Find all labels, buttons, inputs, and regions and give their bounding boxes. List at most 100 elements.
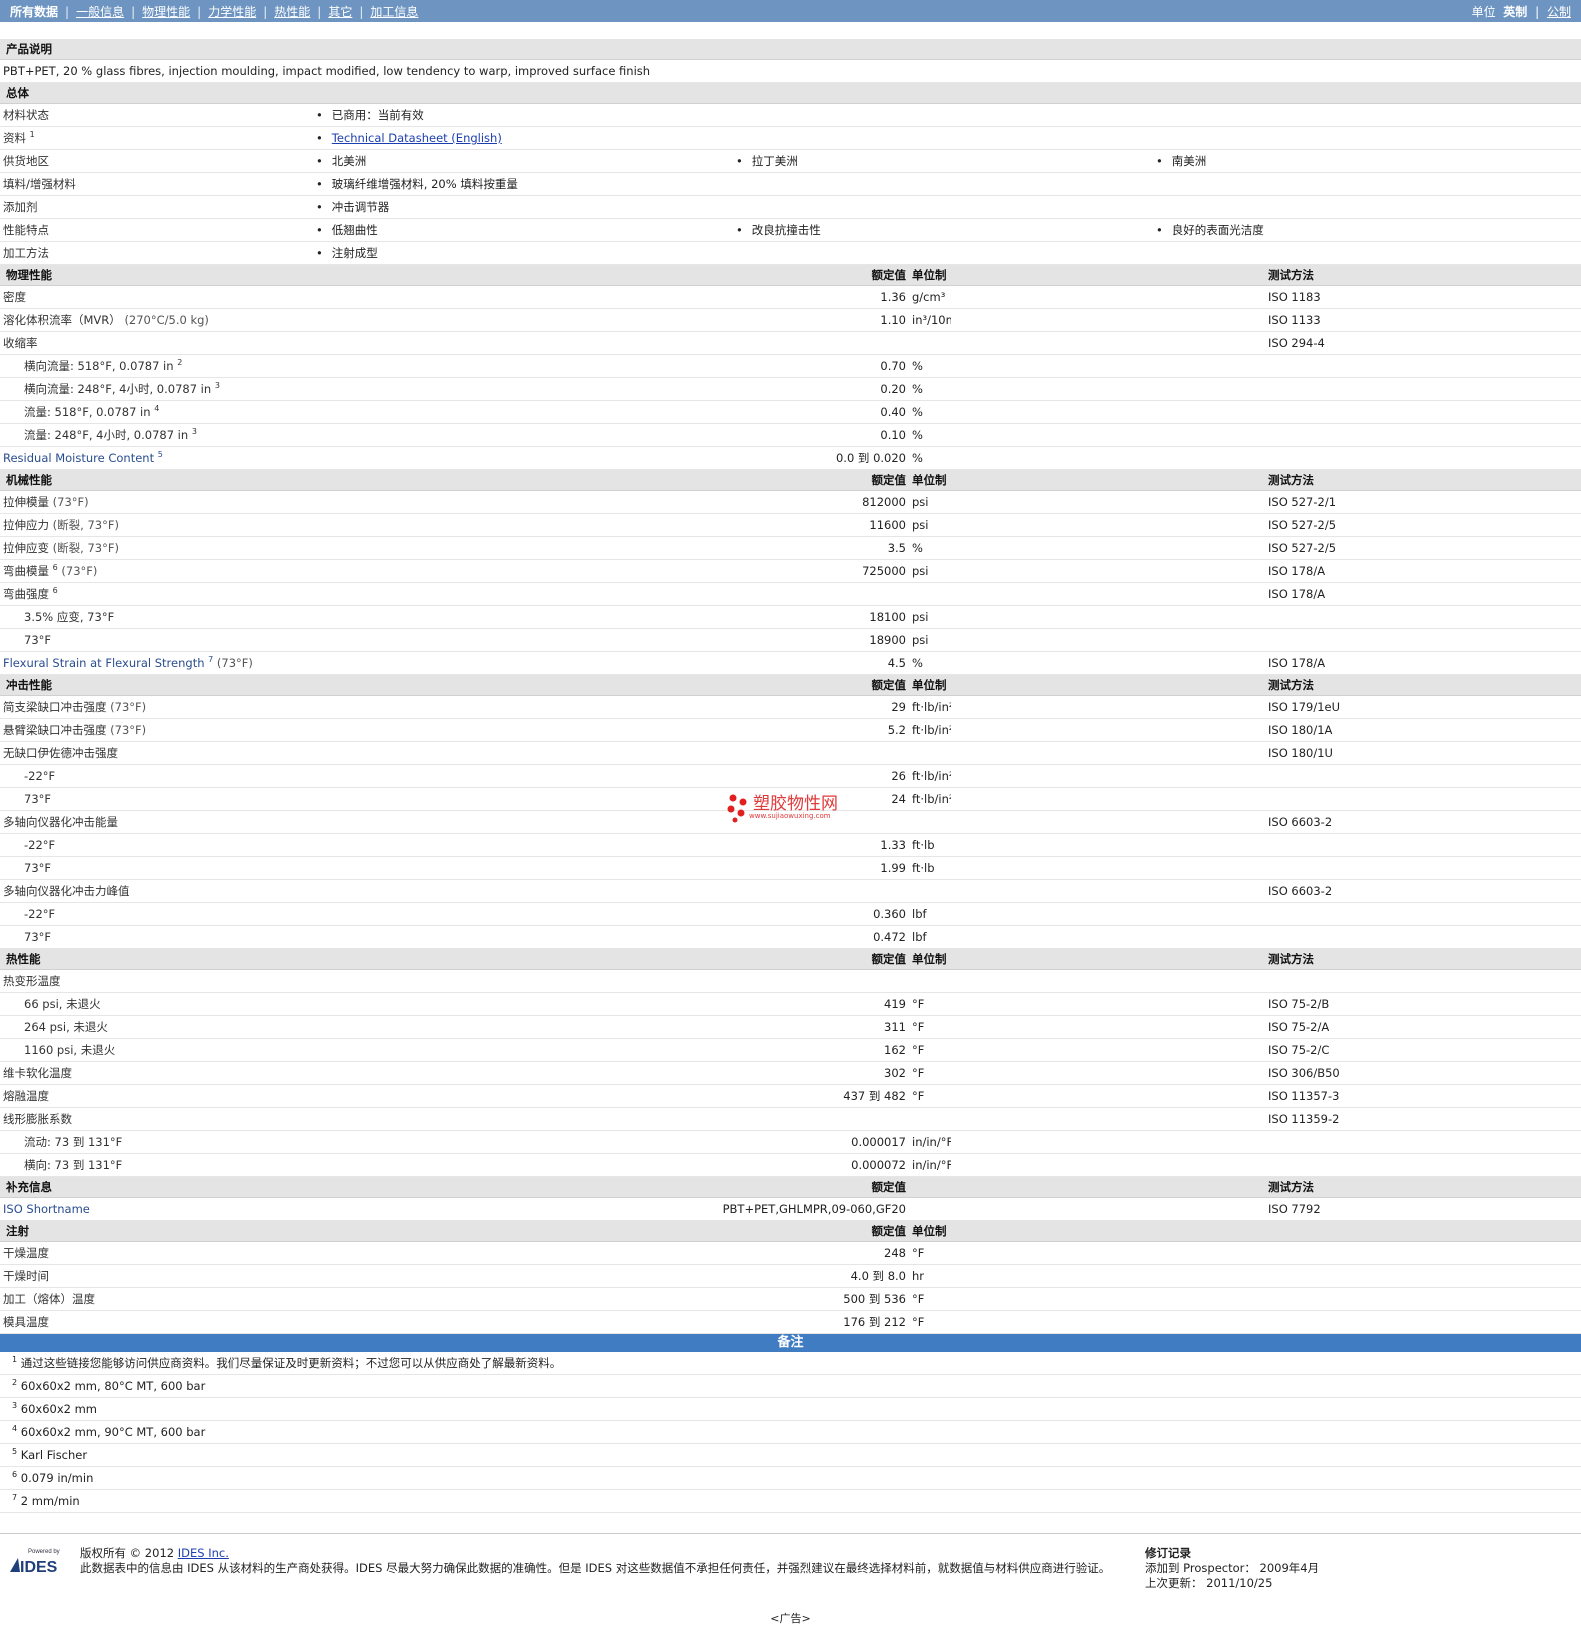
datasheet-link[interactable]: Technical Datasheet (English) (312, 131, 732, 145)
spacer-cell (951, 1220, 1265, 1242)
property-method (1265, 446, 1581, 470)
property-method: ISO 75-2/A (1265, 1015, 1581, 1039)
col-header-method: 测试方法 (1265, 674, 1581, 696)
ides-link[interactable]: IDES Inc. (178, 1546, 229, 1560)
property-method (1265, 628, 1581, 652)
property-unit: °F (909, 1015, 951, 1039)
property-unit: ft·lb (909, 833, 951, 857)
nav-link-2[interactable]: 物理性能 (142, 5, 190, 19)
property-label: -22°F (0, 764, 312, 788)
spacer-cell (951, 423, 1265, 447)
nav-link-6[interactable]: 加工信息 (370, 5, 418, 19)
col-header-value: 额定值 (312, 1220, 909, 1242)
footnote-ref[interactable]: 6 (53, 563, 58, 572)
property-label: 73°F (0, 925, 312, 949)
col-header-value: 额定值 (312, 948, 909, 970)
property-value: 311 (312, 1015, 909, 1039)
property-label: 66 psi, 未退火 (0, 992, 312, 1016)
footnote-ref[interactable]: 1 (30, 130, 35, 139)
property-name: -22°F (24, 769, 56, 783)
footer: Powered by IDES 版权所有 © 2012 IDES Inc. 此数… (0, 1533, 1581, 1625)
nav-link-4[interactable]: 热性能 (274, 5, 310, 19)
property-unit: ft·lb/in² (909, 695, 951, 719)
spacer-cell (951, 651, 1265, 675)
footnote-ref[interactable]: 3 (192, 427, 197, 436)
property-name: 3.5% 应变, 73°F (24, 610, 115, 624)
property-method: ISO 1133 (1265, 308, 1581, 332)
spacer-cell (951, 1084, 1265, 1108)
footnote-number: 5 (12, 1447, 18, 1457)
property-row: 横向流量: 518°F, 0.0787 in 2 0.70% (0, 354, 1581, 378)
property-label: 干燥温度 (0, 1241, 312, 1265)
property-row: 热变形温度 (0, 969, 1581, 993)
copyright-text: 版权所有 © 2012 (80, 1546, 178, 1560)
nav-link-1[interactable]: 一般信息 (76, 5, 124, 19)
logo-powered-text: Powered by (28, 1549, 60, 1555)
property-row: Residual Moisture Content 5 0.0 到 0.020% (0, 446, 1581, 470)
general-value-text: 南美洲 (1171, 154, 1207, 168)
property-value (312, 331, 909, 355)
section-title: 总体 (0, 82, 1581, 104)
property-label: 模具温度 (0, 1310, 312, 1334)
section-title: 物理性能 (0, 264, 312, 286)
nav-link-3[interactable]: 力学性能 (208, 5, 256, 19)
property-condition: (73°F) (61, 564, 98, 578)
footnote-ref[interactable]: 2 (177, 358, 182, 367)
general-values: 北美洲 拉丁美洲 南美洲 (312, 149, 1581, 173)
section-title: 注射 (0, 1220, 312, 1242)
property-name: 横向: 73 到 131°F (24, 1158, 123, 1172)
property-method: ISO 294-4 (1265, 331, 1581, 355)
watermark-text: 塑胶物性网 (753, 794, 838, 814)
general-label: 填料/增强材料 (0, 172, 312, 196)
property-name: ISO Shortname (3, 1202, 90, 1216)
property-row: 溶化体积流率（MVR） (270°C/5.0 kg)1.10in³/10minI… (0, 308, 1581, 332)
property-value: 1.10 (312, 308, 909, 332)
property-label: Residual Moisture Content 5 (0, 446, 312, 470)
spacer-cell (951, 674, 1265, 696)
spacer-cell (951, 1061, 1265, 1085)
property-unit: °F (909, 1084, 951, 1108)
property-unit (909, 810, 951, 834)
property-method (1265, 925, 1581, 949)
footnote-ref[interactable]: 3 (215, 381, 220, 390)
spacer-cell (951, 513, 1265, 537)
revision-block: 修订记录 添加到 Prospector： 2009年4月 上次更新： 2011/… (1145, 1546, 1319, 1591)
unit-switch: 单位 英制 | 公制 (1471, 4, 1571, 19)
ad-label: <广告> (770, 1612, 811, 1625)
footnote-ref[interactable]: 5 (158, 450, 163, 459)
nav-link-0[interactable]: 所有数据 (10, 5, 58, 19)
footnote-text: 2 mm/min (20, 1494, 80, 1508)
property-label: 收缩率 (0, 331, 312, 355)
property-method (1265, 1130, 1581, 1154)
general-row: 性能特点 低翘曲性 改良抗撞击性 良好的表面光洁度 (0, 218, 1581, 242)
general-label-text: 性能特点 (3, 223, 49, 237)
property-row: -22°F 26 ft·lb/in² (0, 764, 1581, 788)
footnote-ref[interactable]: 4 (154, 404, 159, 413)
property-unit: hr (909, 1264, 951, 1288)
property-name: 264 psi, 未退火 (24, 1020, 108, 1034)
general-values: Technical Datasheet (English) (312, 126, 1581, 150)
property-label: Flexural Strain at Flexural Strength 7 (… (0, 651, 312, 675)
property-name: 拉伸应力 (3, 518, 49, 532)
nav-link-5[interactable]: 其它 (328, 5, 352, 19)
property-method (1265, 1264, 1581, 1288)
property-unit: psi (909, 490, 951, 514)
property-value: 18900 (312, 628, 909, 652)
property-label: 线形膨胀系数 (0, 1107, 312, 1131)
property-method (1265, 605, 1581, 629)
ides-logo[interactable]: Powered by IDES (8, 1546, 70, 1574)
footnote-ref[interactable]: 6 (53, 586, 58, 595)
general-value-text[interactable]: Technical Datasheet (English) (332, 131, 502, 145)
section-header: 补充信息 额定值 测试方法 (0, 1176, 1581, 1198)
general-label-text: 添加剂 (3, 200, 38, 214)
property-label: 流量: 518°F, 0.0787 in 4 (0, 400, 312, 424)
spacer-cell (951, 902, 1265, 926)
property-row: 简支梁缺口冲击强度 (73°F) 29 ft·lb/in² ISO 179/1eU (0, 695, 1581, 719)
unit-metric-link[interactable]: 公制 (1547, 5, 1571, 19)
nav-separator: | (65, 4, 70, 19)
property-label: 流动: 73 到 131°F (0, 1130, 312, 1154)
footnote-ref[interactable]: 7 (208, 655, 213, 664)
property-label: 悬臂梁缺口冲击强度 (73°F) (0, 718, 312, 742)
top-nav-bar: 所有数据 | 一般信息 | 物理性能 | 力学性能 | 热性能 | 其它 | 加工信息 单位 英制 | … (0, 0, 1581, 22)
section-header: 机械性能 额定值 单位制 测试方法 (0, 469, 1581, 491)
